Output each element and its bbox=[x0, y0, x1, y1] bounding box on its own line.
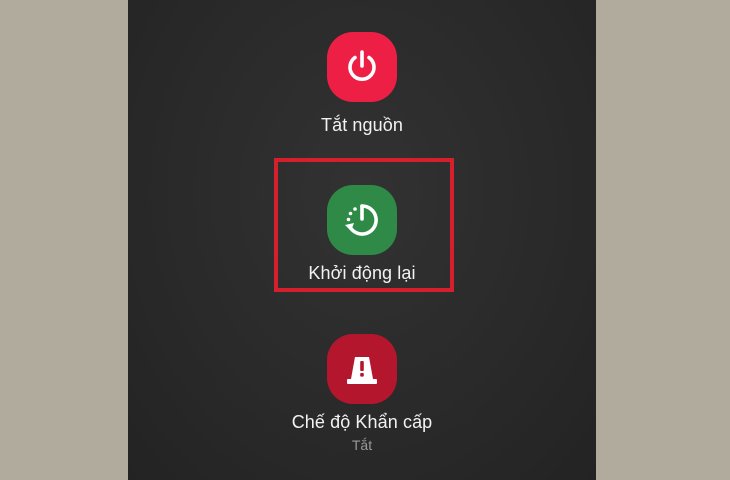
emergency-mode-option[interactable]: Chế độ Khẩn cấp Tắt bbox=[128, 334, 596, 453]
power-off-label: Tắt nguồn bbox=[321, 115, 403, 135]
power-off-button[interactable] bbox=[327, 32, 397, 102]
emergency-icon bbox=[347, 357, 377, 384]
power-icon bbox=[348, 50, 376, 81]
emergency-mode-label: Chế độ Khẩn cấp bbox=[291, 412, 433, 432]
restart-option[interactable]: Khởi động lại bbox=[128, 185, 596, 284]
restart-button[interactable] bbox=[327, 185, 397, 255]
power-off-option[interactable]: Tắt nguồn bbox=[128, 32, 596, 136]
restart-icon bbox=[345, 204, 378, 236]
power-menu-screen: Tắt nguồn Khởi động lại Chế độ Khẩn cấp … bbox=[128, 0, 596, 480]
restart-label: Khởi động lại bbox=[308, 263, 416, 283]
image-frame: Tắt nguồn Khởi động lại Chế độ Khẩn cấp … bbox=[0, 0, 730, 480]
emergency-mode-button[interactable] bbox=[327, 334, 397, 404]
emergency-mode-status: Tắt bbox=[351, 437, 373, 453]
